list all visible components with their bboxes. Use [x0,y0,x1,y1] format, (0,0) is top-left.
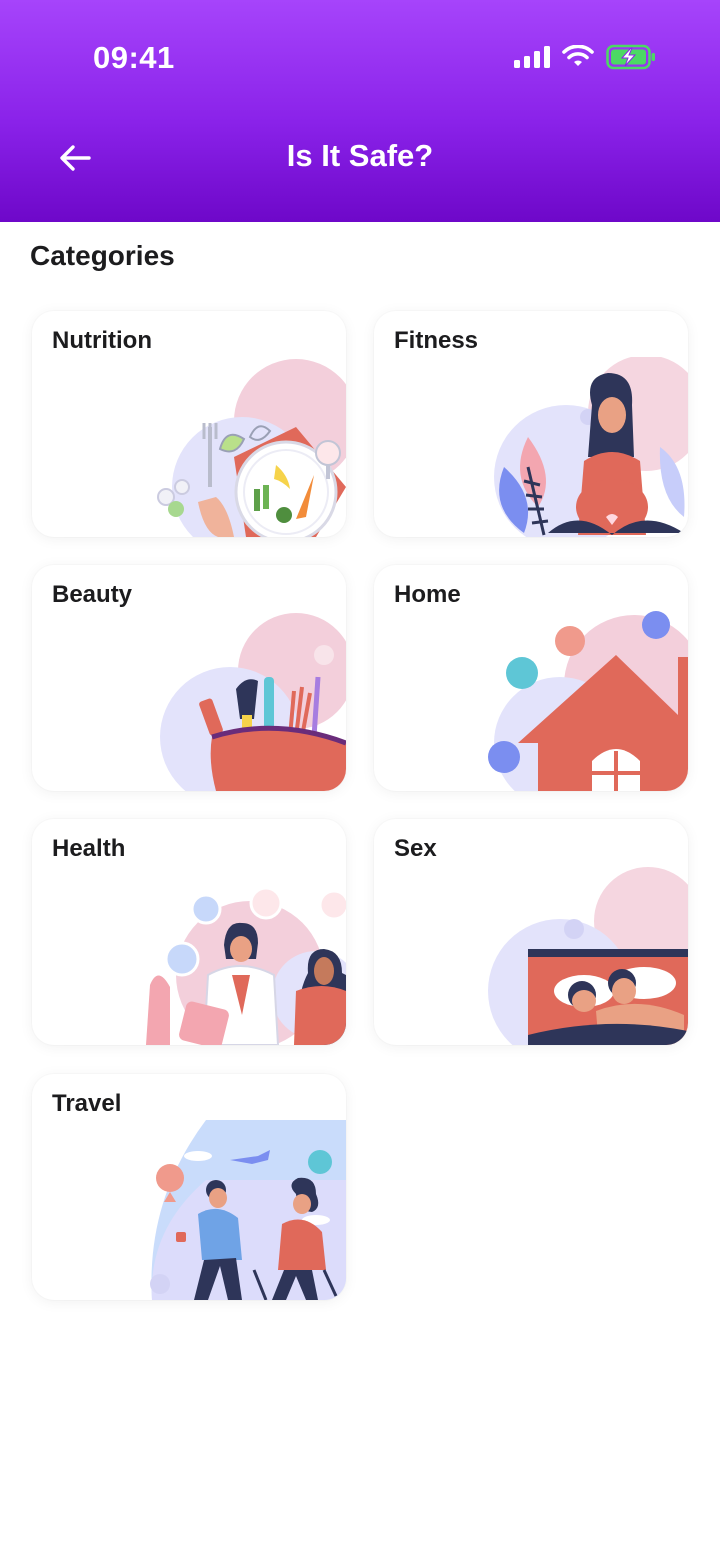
category-label: Travel [52,1090,122,1117]
category-label: Health [52,835,126,862]
category-card-nutrition[interactable]: Nutrition [32,311,346,537]
beauty-cosmetics-illustration [160,613,346,791]
signal-icon [514,46,550,68]
category-label: Nutrition [52,327,152,354]
nutrition-plate-illustration [157,359,346,537]
travel-couple-illustration [150,1120,346,1300]
section-title: Categories [30,240,175,271]
battery-charging-icon [606,44,655,70]
category-label: Beauty [52,581,133,608]
category-label: Sex [394,835,437,862]
health-doctor-illustration [146,886,346,1045]
home-house-illustration [488,611,688,791]
category-card-beauty[interactable]: Beauty [32,565,346,791]
app-header: 09:41 Is It Safe? [0,0,720,222]
status-icons [514,44,656,70]
category-label: Home [394,581,461,608]
wifi-icon [562,45,594,66]
sex-couple-illustration [488,867,688,1045]
category-card-home[interactable]: Home [374,565,688,791]
page-title: Is It Safe? [286,138,434,173]
category-label: Fitness [394,327,479,354]
fitness-yoga-illustration [494,357,688,537]
status-time: 09:41 [93,40,175,75]
category-card-travel[interactable]: Travel [32,1074,346,1300]
category-card-health[interactable]: Health [32,819,346,1045]
category-card-fitness[interactable]: Fitness [374,311,688,537]
category-card-sex[interactable]: Sex [374,819,688,1045]
